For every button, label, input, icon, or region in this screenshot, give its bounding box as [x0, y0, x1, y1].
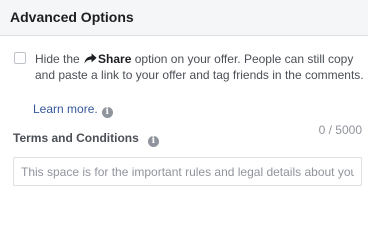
share-arrow-icon: [84, 53, 97, 64]
share-word: Share: [98, 52, 132, 66]
terms-label-row: Terms and Conditions i: [13, 131, 159, 147]
section-title: Advanced Options: [10, 9, 134, 25]
advanced-options-header: Advanced Options: [0, 0, 368, 36]
advanced-options-panel: Advanced Options Hide the Share option o…: [0, 0, 368, 200]
terms-and-conditions-input[interactable]: [13, 157, 362, 186]
info-icon[interactable]: i: [147, 136, 159, 147]
hide-share-description: Hide the Share option on your offer. Peo…: [35, 51, 365, 83]
learn-more-link[interactable]: Learn more.: [33, 102, 98, 116]
terms-character-count: 0 / 5000: [318, 123, 362, 137]
hide-share-checkbox[interactable]: [14, 52, 26, 64]
terms-label: Terms and Conditions: [13, 131, 139, 145]
learn-more-row: Learn more. i: [33, 101, 113, 118]
hide-share-text-before: Hide the: [35, 52, 80, 66]
info-icon[interactable]: i: [101, 107, 113, 118]
